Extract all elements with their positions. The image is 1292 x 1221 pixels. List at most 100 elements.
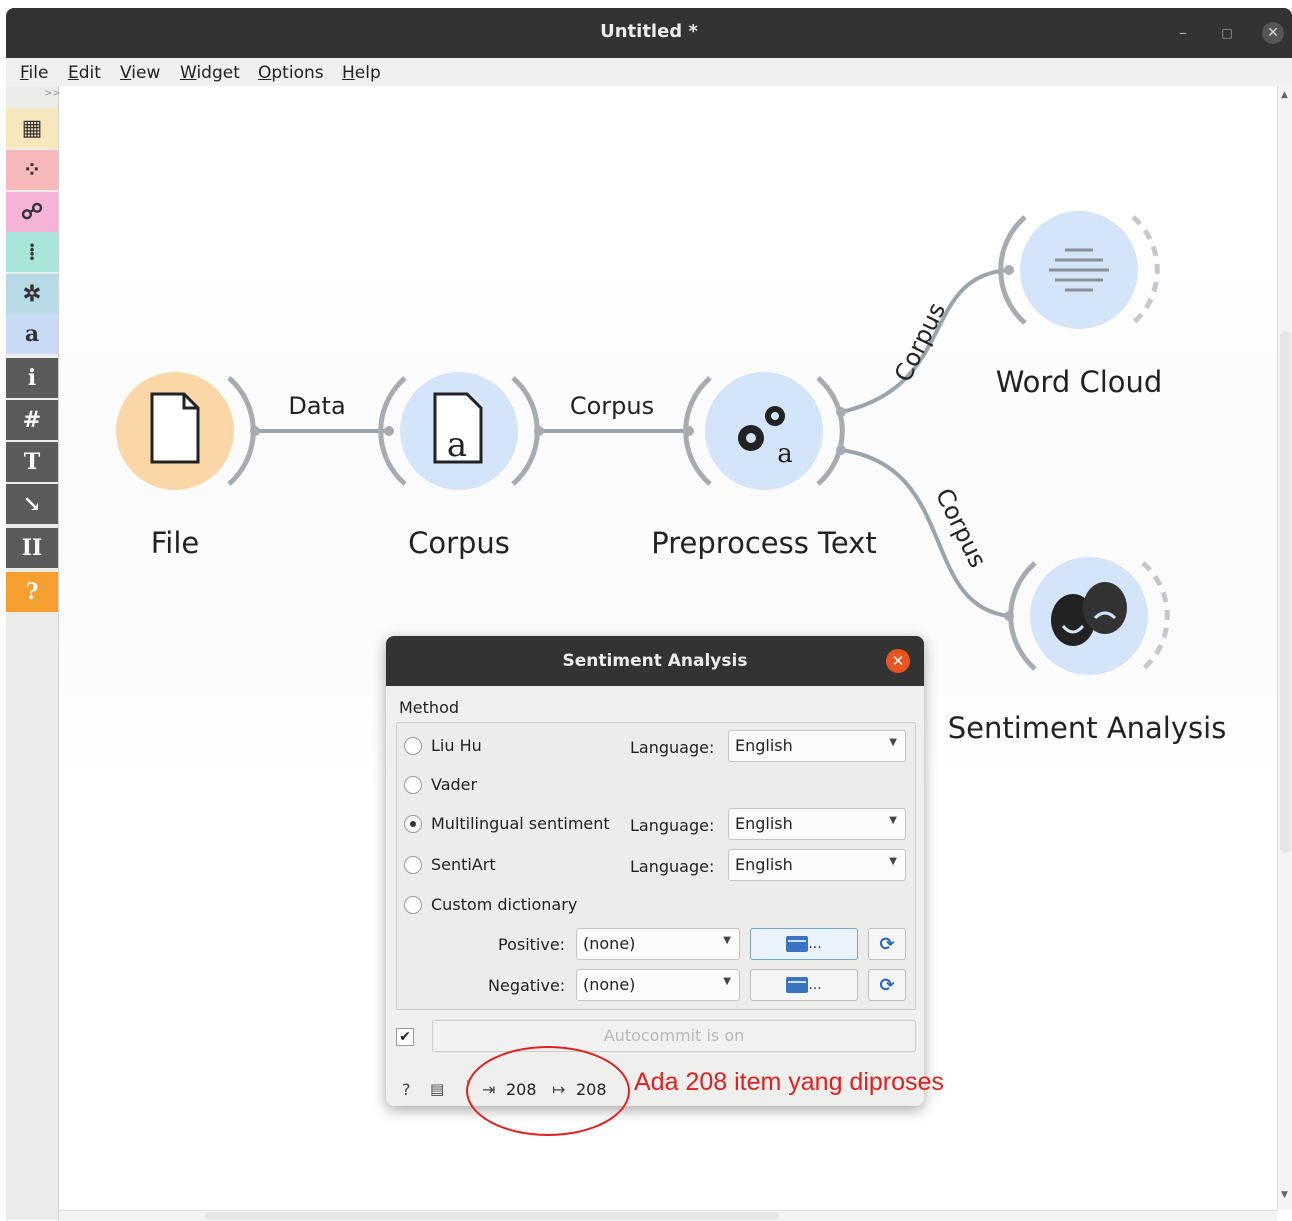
window-title: Untitled * <box>600 21 698 42</box>
radio-sentiart[interactable] <box>404 856 422 874</box>
node-word-cloud[interactable] <box>998 211 1160 329</box>
method-group-label: Method <box>399 698 460 717</box>
window-title-bar: Untitled * – □ ✕ <box>6 8 1292 58</box>
arrow-icon: ↘ <box>6 484 58 524</box>
close-window-button[interactable]: ✕ <box>1262 22 1284 44</box>
horizontal-scrollbar[interactable] <box>59 1210 1277 1221</box>
report-icon[interactable]: ▤ <box>430 1080 444 1098</box>
negative-reload-button[interactable]: ⟳ <box>868 969 906 1001</box>
radio-multilingual-sentiment[interactable] <box>404 815 422 833</box>
visualize-category[interactable]: ⁘ <box>6 150 58 190</box>
node-file[interactable] <box>116 372 260 490</box>
unsupervised-category[interactable]: ✲ <box>6 274 58 314</box>
node-label-preprocess-text: Preprocess Text <box>651 526 877 560</box>
radio-label-liu-hu[interactable]: Liu Hu <box>431 736 482 755</box>
language-select-multilingual[interactable]: English ▼ <box>728 808 906 840</box>
grid-icon: ⁞ <box>6 232 58 272</box>
language-label-multilingual: Language: <box>630 816 715 835</box>
browse-ellipsis: ... <box>808 977 822 993</box>
pause-button[interactable]: II <box>6 528 58 568</box>
pause-icon: II <box>6 528 58 568</box>
reload-icon: ⟳ <box>879 974 895 996</box>
reload-icon: ⟳ <box>879 933 895 955</box>
link-label-data: Data <box>288 392 346 420</box>
dialog-close-icon[interactable]: ✕ <box>886 649 910 673</box>
annotation-ellipse <box>466 1046 630 1136</box>
menu-view[interactable]: View <box>120 63 160 83</box>
tree-icon: ☍ <box>6 192 58 232</box>
widget-toolbar: >> ▦ ⁘ ☍ ⁞ ✲ a i # T ↘ II? <box>6 86 61 1220</box>
menu-edit[interactable]: Edit <box>68 63 101 83</box>
positive-browse-button[interactable]: ... <box>750 928 858 960</box>
chevron-down-icon: ▼ <box>723 976 731 987</box>
negative-value: (none) <box>583 975 636 994</box>
node-corpus[interactable]: a <box>378 372 544 490</box>
language-label-sentiart: Language: <box>630 857 715 876</box>
folder-icon <box>786 977 809 993</box>
chevron-down-icon: ▼ <box>723 935 731 946</box>
negative-label: Negative: <box>488 976 566 995</box>
chevron-down-icon: ▼ <box>889 815 897 826</box>
cluster-icon: ✲ <box>6 274 58 314</box>
folder-icon <box>786 936 809 952</box>
help-button[interactable]: ? <box>6 572 58 612</box>
hash-icon: # <box>6 400 58 440</box>
text-annotation-button[interactable]: T <box>6 442 58 482</box>
menu-widget[interactable]: Widget <box>180 63 240 83</box>
help-icon[interactable]: ? <box>402 1080 411 1099</box>
language-select-sentiart[interactable]: English ▼ <box>728 849 906 881</box>
sentiment-analysis-dialog: Sentiment Analysis ✕ Method Liu Hu Langu… <box>386 636 924 1106</box>
file-icon <box>150 392 200 464</box>
radio-liu-hu[interactable] <box>404 737 422 755</box>
model-category[interactable]: ☍ <box>6 192 58 232</box>
positive-reload-button[interactable]: ⟳ <box>868 928 906 960</box>
radio-label-vader[interactable]: Vader <box>431 775 477 794</box>
info-icon: i <box>6 358 58 398</box>
negative-dictionary-select[interactable]: (none) ▼ <box>576 969 740 1001</box>
text-mining-category[interactable]: a <box>6 314 58 354</box>
dialog-title-bar: Sentiment Analysis ✕ <box>386 636 924 686</box>
autocommit-checkbox[interactable]: ✔ <box>396 1028 414 1046</box>
chevron-down-icon: ▼ <box>889 856 897 867</box>
node-preprocess-text[interactable]: a <box>683 372 846 490</box>
radio-vader[interactable] <box>404 776 422 794</box>
scatter-icon: ⁘ <box>6 150 58 190</box>
evaluate-category[interactable]: ⁞ <box>6 232 58 272</box>
node-sentiment-analysis[interactable] <box>1004 557 1170 675</box>
minimize-button[interactable]: – <box>1172 22 1194 44</box>
menu-help[interactable]: Help <box>342 63 381 83</box>
radio-label-sentiart[interactable]: SentiArt <box>431 855 496 874</box>
positive-dictionary-select[interactable]: (none) ▼ <box>576 928 740 960</box>
radio-label-multilingual-sentiment[interactable]: Multilingual sentiment <box>431 814 610 833</box>
text-t-icon: T <box>6 442 58 482</box>
menu-options[interactable]: Options <box>258 63 324 83</box>
positive-label: Positive: <box>498 935 566 954</box>
node-label-corpus: Corpus <box>408 526 510 560</box>
browse-ellipsis: ... <box>808 936 822 952</box>
svg-text:a: a <box>777 439 793 469</box>
vertical-scrollbar[interactable]: ▲ ▼ <box>1277 86 1292 1210</box>
horizontal-scroll-thumb[interactable] <box>205 1212 779 1220</box>
menu-file[interactable]: File <box>20 63 48 83</box>
vertical-scroll-thumb[interactable] <box>1280 332 1291 852</box>
language-value-sentiart: English <box>735 855 793 874</box>
link-label-corpus-1: Corpus <box>569 392 655 420</box>
info-button[interactable]: i <box>6 358 58 398</box>
annotation-text: Ada 208 item yang diproses <box>634 1068 944 1096</box>
grid-button[interactable]: # <box>6 400 58 440</box>
scroll-down-icon[interactable]: ▼ <box>1281 1190 1288 1200</box>
data-category[interactable]: ▦ <box>6 108 58 148</box>
radio-custom-dictionary[interactable] <box>404 896 422 914</box>
text-a-icon: a <box>6 314 58 354</box>
maximize-button[interactable]: □ <box>1216 22 1238 44</box>
help-icon: ? <box>6 572 58 612</box>
arrow-annotation-button[interactable]: ↘ <box>6 484 58 524</box>
table-icon: ▦ <box>6 108 58 148</box>
scroll-up-icon[interactable]: ▲ <box>1281 90 1288 100</box>
negative-browse-button[interactable]: ... <box>750 969 858 1001</box>
language-value-liu-hu: English <box>735 736 793 755</box>
radio-label-custom-dictionary[interactable]: Custom dictionary <box>431 895 577 914</box>
autocommit-button[interactable]: Autocommit is on <box>432 1020 916 1052</box>
dialog-title: Sentiment Analysis <box>562 651 748 671</box>
language-select-liu-hu[interactable]: English ▼ <box>728 730 906 762</box>
